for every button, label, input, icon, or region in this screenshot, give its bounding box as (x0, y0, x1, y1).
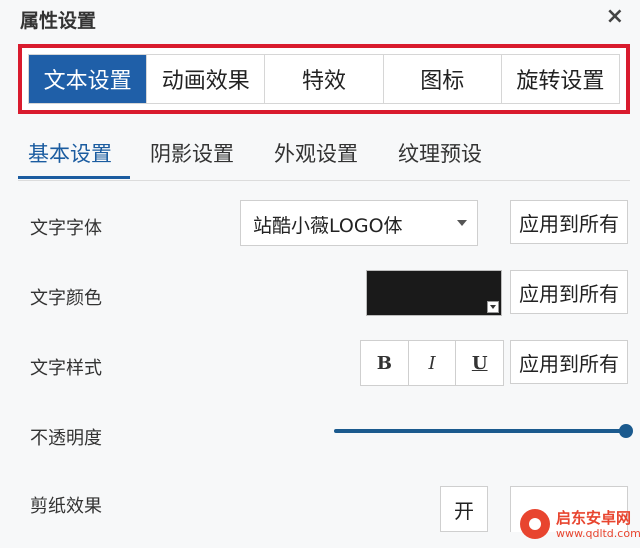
tab-special-effects[interactable]: 特效 (265, 55, 384, 103)
tab-icons[interactable]: 图标 (384, 55, 502, 103)
panel-title: 属性设置 (20, 10, 97, 32)
close-icon[interactable]: × (606, 4, 624, 29)
main-tab-bar: 文本设置 动画效果 特效 图标 旋转设置 (28, 54, 620, 104)
properties-panel: 属性设置 × 文本设置 动画效果 特效 图标 旋转设置 基本设置 阴影设置 外观… (0, 0, 640, 548)
subtab-basic-settings[interactable]: 基本设置 (28, 138, 112, 168)
tab-text-settings[interactable]: 文本设置 (29, 55, 148, 103)
opacity-slider-handle[interactable] (619, 424, 633, 438)
bold-button[interactable]: B (361, 341, 409, 385)
tab-animation-effects[interactable]: 动画效果 (147, 55, 266, 103)
watermark-logo-icon (520, 509, 550, 539)
apply-style-to-all-button[interactable]: 应用到所有 (510, 340, 628, 384)
font-select-value: 站酷小薇LOGO体 (253, 215, 403, 237)
title-bar: 属性设置 × (0, 0, 640, 38)
main-tab-bar-highlight: 文本设置 动画效果 特效 图标 旋转设置 (18, 44, 630, 114)
subtab-texture-presets[interactable]: 纹理预设 (398, 138, 482, 168)
chevron-down-icon (457, 220, 467, 226)
font-label: 文字字体 (30, 218, 102, 239)
watermark-name: 启东安卓网 (556, 509, 632, 527)
opacity-slider-track[interactable] (334, 429, 626, 433)
clip-effect-label: 剪纸效果 (30, 496, 102, 517)
color-dropdown-icon (487, 301, 499, 313)
tab-rotation-settings[interactable]: 旋转设置 (502, 55, 619, 103)
font-select[interactable]: 站酷小薇LOGO体 (240, 200, 478, 246)
text-style-group: B I U (360, 340, 504, 386)
subtab-appearance-settings[interactable]: 外观设置 (274, 138, 358, 168)
underline-button[interactable]: U (456, 341, 503, 385)
text-color-picker[interactable] (366, 270, 502, 316)
style-label: 文字样式 (30, 358, 102, 379)
subtab-shadow-settings[interactable]: 阴影设置 (150, 138, 234, 168)
sub-tab-bar: 基本设置 阴影设置 外观设置 纹理预设 (18, 130, 630, 181)
apply-font-to-all-button[interactable]: 应用到所有 (510, 200, 628, 244)
watermark-url: www.qdltd.com (556, 527, 640, 540)
site-watermark: 启东安卓网 www.qdltd.com (480, 505, 640, 548)
italic-button[interactable]: I (409, 341, 457, 385)
color-label: 文字颜色 (30, 288, 102, 309)
opacity-label: 不透明度 (30, 428, 102, 449)
apply-color-to-all-button[interactable]: 应用到所有 (510, 270, 628, 314)
active-subtab-indicator (18, 176, 130, 179)
